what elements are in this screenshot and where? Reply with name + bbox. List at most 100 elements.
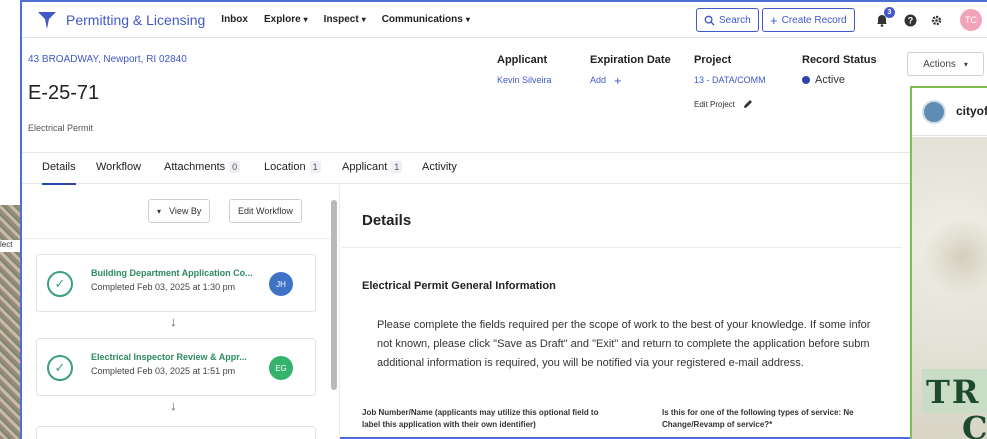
section-instructions: Please complete the fields required per …: [377, 316, 902, 373]
tab-workflow-label: Workflow: [96, 161, 142, 173]
field-label-line: Is this for one of the following types o…: [662, 408, 854, 417]
nav-inspect-label: Inspect: [323, 14, 359, 25]
background-map-label: lect: [0, 240, 20, 252]
tab-location[interactable]: Location 1: [264, 161, 321, 173]
status-label: Record Status: [802, 54, 877, 66]
chevron-down-icon: ▾: [157, 206, 162, 216]
actions-dropdown[interactable]: Actions ▾: [907, 52, 984, 76]
record-id: E-25-71: [28, 82, 100, 104]
nav-inbox-label: Inbox: [221, 14, 248, 25]
workflow-step-subtitle: Completed Feb 03, 2025 at 1:30 pm: [91, 282, 236, 292]
edit-project-button[interactable]: Edit Project: [694, 99, 753, 109]
workflow-step[interactable]: [36, 426, 316, 439]
plus-icon: +: [770, 12, 778, 28]
gear-icon: [931, 15, 941, 25]
instruction-line: Please complete the fields required per …: [377, 319, 871, 331]
nav-explore[interactable]: Explore ▾: [264, 14, 308, 25]
status-dot-icon: [802, 76, 810, 84]
create-record-button[interactable]: + Create Record: [762, 8, 855, 32]
workflow-step[interactable]: ✓ Building Department Application Co... …: [36, 254, 316, 312]
app-window: Permitting & Licensing Inbox Explore ▾ In…: [20, 0, 987, 439]
arrow-down-icon: ↓: [170, 314, 177, 329]
view-by-dropdown[interactable]: ▾ View By: [148, 199, 211, 223]
help-button[interactable]: ?: [900, 10, 920, 30]
actions-label: Actions: [923, 58, 956, 70]
tree-illustration: [922, 217, 987, 297]
plus-icon: +: [614, 72, 622, 88]
edit-project-label: Edit Project: [694, 99, 735, 109]
city-seal-icon: [922, 100, 946, 124]
divider: [22, 238, 337, 239]
project-link[interactable]: 13 - DATA/COMM: [694, 75, 766, 85]
record-address[interactable]: 43 BROADWAY, Newport, RI 02840: [28, 54, 187, 65]
service-type-field-label: Is this for one of the following types o…: [662, 407, 902, 431]
tab-applicant-count: 1: [391, 161, 403, 173]
tab-details-label: Details: [42, 161, 76, 173]
job-number-field-label: Job Number/Name (applicants may utilize …: [362, 407, 652, 431]
tab-attachments[interactable]: Attachments 0: [164, 161, 241, 173]
nav-explore-label: Explore: [263, 14, 301, 25]
chevron-down-icon: ▾: [303, 15, 308, 24]
status-value: Active: [802, 74, 845, 86]
record-tabs: Details Workflow Attachments 0 Location 1 …: [22, 152, 987, 185]
tab-applicant[interactable]: Applicant 1: [342, 161, 403, 173]
applicant-label: Applicant: [497, 54, 548, 66]
edit-workflow-label: Edit Workflow: [238, 206, 293, 216]
field-label-line: Job Number/Name (applicants may utilize …: [362, 408, 599, 417]
create-record-label: Create Record: [781, 14, 847, 26]
details-heading: Details: [362, 212, 412, 229]
applicant-link[interactable]: Kevin Silveira: [497, 75, 552, 85]
add-expiration-link[interactable]: Add +: [590, 72, 622, 88]
tab-attachments-label: Attachments: [164, 161, 226, 173]
divider: [342, 247, 902, 248]
tab-attachments-count: 0: [229, 161, 241, 173]
tab-details[interactable]: Details: [42, 161, 76, 185]
notifications-button[interactable]: 3: [872, 7, 895, 30]
edit-workflow-button[interactable]: Edit Workflow: [229, 199, 302, 223]
view-by-label: View By: [169, 206, 202, 216]
nav-inspect[interactable]: Inspect ▾: [324, 14, 366, 25]
workflow-step[interactable]: ✓ Electrical Inspector Review & Appr... …: [36, 338, 316, 396]
project-label: Project: [694, 54, 732, 66]
workflow-panel: [22, 185, 340, 439]
tab-location-label: Location: [264, 161, 306, 173]
search-button-label: Search: [719, 14, 751, 26]
nav-inbox[interactable]: Inbox: [221, 14, 248, 25]
user-avatar[interactable]: TC: [960, 9, 982, 31]
chevron-down-icon: ▾: [465, 15, 470, 24]
overlay-header: cityof: [912, 88, 987, 136]
section-title: Electrical Permit General Information: [362, 280, 556, 292]
nav-communications[interactable]: Communications ▾: [382, 14, 470, 25]
app-logo-icon[interactable]: [36, 9, 58, 31]
brand-title[interactable]: Permitting & Licensing: [66, 12, 205, 28]
pencil-icon: [743, 100, 752, 108]
banner-text-line: TR: [926, 373, 981, 411]
record-type: Electrical Permit: [28, 123, 94, 133]
field-label-line: label this application with their own id…: [362, 420, 536, 429]
assignee-avatar: JH: [269, 272, 293, 296]
add-expiration-label: Add: [590, 75, 607, 85]
overlay-image: TR C: [912, 137, 987, 439]
assignee-avatar: EG: [269, 356, 293, 380]
nav-communications-label: Communications: [381, 14, 463, 25]
tab-activity[interactable]: Activity: [422, 161, 457, 173]
check-circle-icon: ✓: [47, 355, 73, 381]
search-button[interactable]: Search: [696, 8, 759, 32]
workflow-scroll-thumb[interactable]: [331, 200, 337, 390]
check-circle-icon: ✓: [47, 271, 73, 297]
chevron-down-icon: ▾: [963, 59, 968, 69]
settings-button[interactable]: [926, 10, 946, 30]
overlay-panel[interactable]: cityof TR C: [910, 86, 987, 439]
top-navbar: Permitting & Licensing Inbox Explore ▾ In…: [22, 2, 987, 38]
tab-activity-label: Activity: [422, 161, 457, 173]
tab-applicant-label: Applicant: [342, 161, 388, 173]
tab-workflow[interactable]: Workflow: [96, 161, 141, 173]
instruction-line: not known, please click "Save as Draft" …: [377, 338, 870, 350]
tab-location-count: 1: [309, 161, 321, 173]
arrow-down-icon: ↓: [170, 398, 177, 413]
workflow-step-subtitle: Completed Feb 03, 2025 at 1:51 pm: [91, 366, 236, 376]
help-icon: ?: [904, 14, 916, 26]
chevron-down-icon: ▾: [361, 15, 366, 24]
banner-text-line: C: [962, 409, 987, 439]
notification-badge: 3: [884, 7, 895, 18]
